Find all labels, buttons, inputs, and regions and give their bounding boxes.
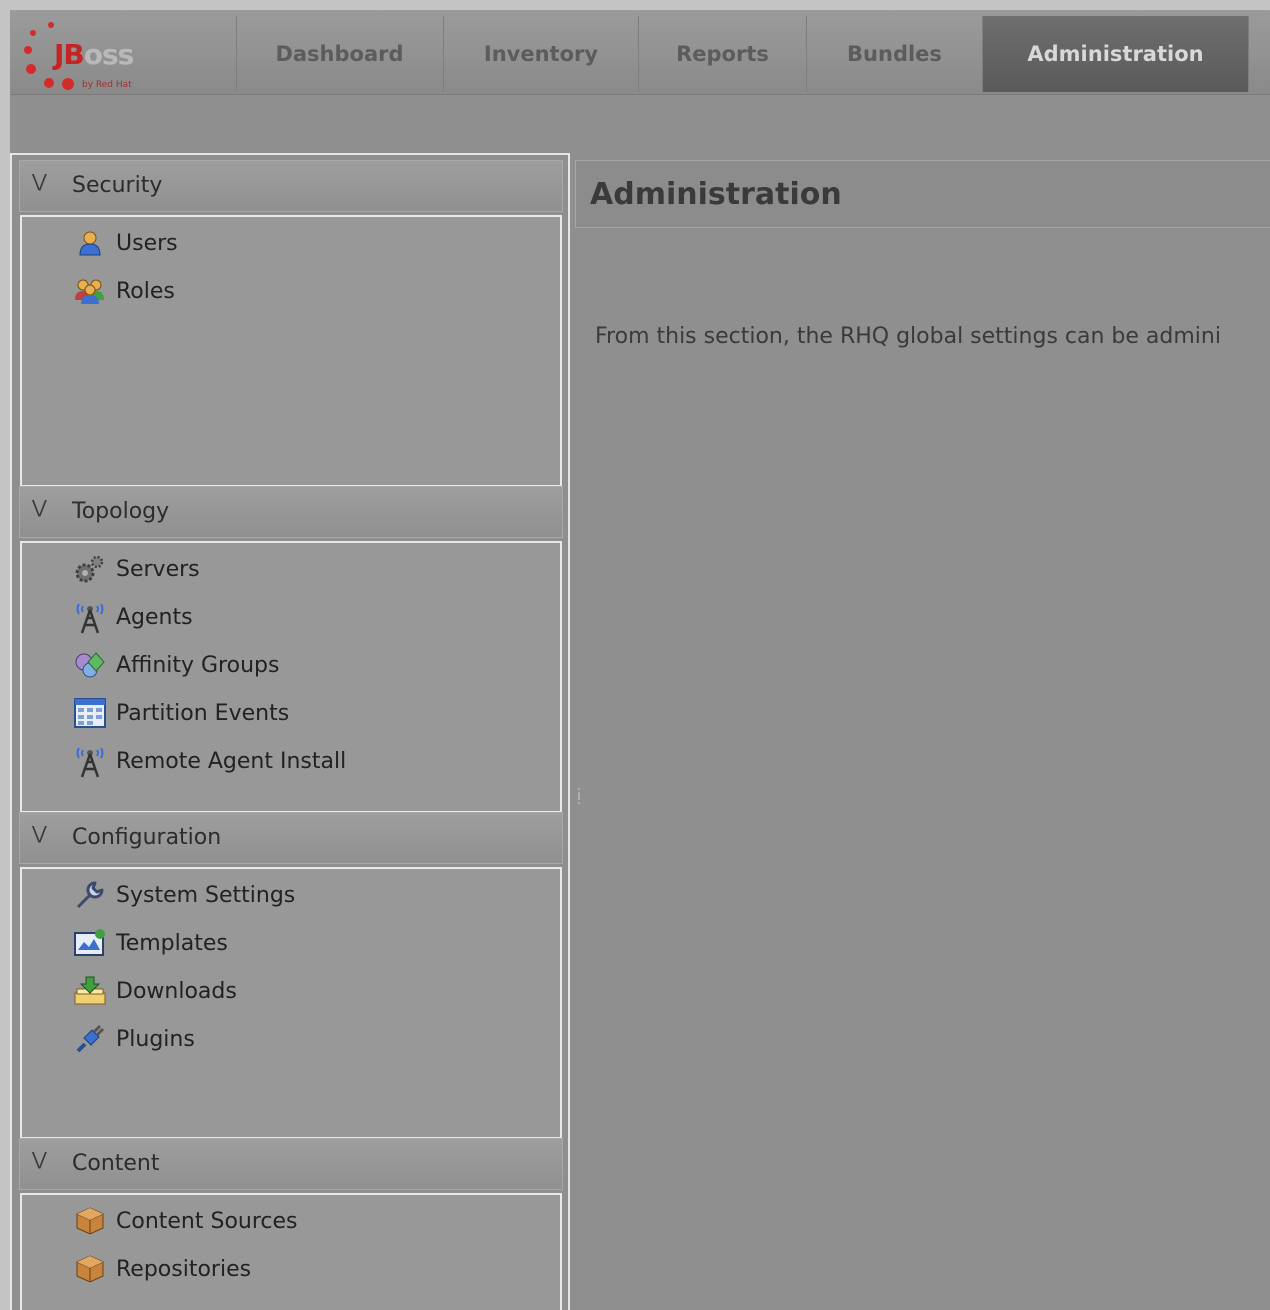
sidebar-item-roles[interactable]: Roles xyxy=(74,271,175,311)
sidebar-item-label: Templates xyxy=(116,930,228,956)
sidebar-item-label: Remote Agent Install xyxy=(116,748,347,774)
page-title: Administration xyxy=(590,177,842,212)
template-icon xyxy=(74,927,106,959)
chevron-down-icon[interactable]: ⋁ xyxy=(32,823,47,844)
top-navigation: JBoss by Red Hat Dashboard Inventory Rep… xyxy=(10,10,1270,95)
sidebar-item-label: Affinity Groups xyxy=(116,652,280,678)
sidebar-item-label: System Settings xyxy=(116,882,296,908)
antenna-icon xyxy=(74,601,106,634)
user-icon xyxy=(74,227,106,259)
nav-tabs: Dashboard Inventory Reports Bundles Admi… xyxy=(236,16,1249,92)
package-icon xyxy=(74,1205,106,1237)
content-description: From this section, the RHQ global settin… xyxy=(595,324,1221,349)
tab-bundles[interactable]: Bundles xyxy=(807,16,983,92)
section-body-configuration: System Settings Templates Downloads Plug… xyxy=(20,867,562,1139)
sidebar-item-users[interactable]: Users xyxy=(74,223,178,263)
sidebar-item-label: Plugins xyxy=(116,1026,195,1052)
gears-icon xyxy=(74,553,106,585)
sidebar-item-label: Content Sources xyxy=(116,1208,298,1234)
tab-administration[interactable]: Administration xyxy=(983,16,1249,92)
chevron-down-icon[interactable]: ⋁ xyxy=(32,497,47,518)
sidebar-item-affinity-groups[interactable]: Affinity Groups xyxy=(74,645,279,685)
chevron-down-icon[interactable]: ⋁ xyxy=(32,171,47,192)
app-frame: JBoss by Red Hat Dashboard Inventory Rep… xyxy=(10,10,1270,1310)
sidebar-item-templates[interactable]: Templates xyxy=(74,923,228,963)
toolbar-strip xyxy=(10,95,1270,153)
section-body-content: Content Sources Repositories xyxy=(20,1193,562,1310)
section-body-topology: Servers Agents Affinity Groups Partition… xyxy=(20,541,562,813)
section-title: Topology xyxy=(72,499,170,524)
section-header-configuration[interactable]: ⋁ Configuration xyxy=(19,812,563,864)
sidebar-item-label: Downloads xyxy=(116,978,237,1004)
tab-inventory[interactable]: Inventory xyxy=(444,16,639,92)
group-icon xyxy=(74,275,106,307)
sidebar-item-label: Agents xyxy=(116,604,193,630)
sidebar-item-remote-agent-install[interactable]: Remote Agent Install xyxy=(74,741,346,781)
section-title: Configuration xyxy=(72,825,222,850)
wrench-icon xyxy=(74,879,106,911)
package-icon xyxy=(74,1253,106,1285)
tab-dashboard[interactable]: Dashboard xyxy=(236,16,444,92)
logo-byline: by Red Hat xyxy=(82,80,132,90)
sidebar-item-plugins[interactable]: Plugins xyxy=(74,1019,195,1059)
panel-splitter[interactable]: ⋮ ⋮ xyxy=(573,787,585,830)
jboss-logo[interactable]: JBoss by Red Hat xyxy=(18,16,237,92)
sidebar-item-label: Servers xyxy=(116,556,200,582)
sidebar-item-content-sources[interactable]: Content Sources xyxy=(74,1201,298,1241)
download-icon xyxy=(74,975,106,1007)
logo-text: JBoss xyxy=(54,38,134,71)
section-header-security[interactable]: ⋁ Security xyxy=(19,160,563,212)
sidebar-item-label: Roles xyxy=(116,278,175,304)
sidebar-item-label: Repositories xyxy=(116,1256,252,1282)
antenna-icon xyxy=(74,745,106,778)
chevron-down-icon[interactable]: ⋁ xyxy=(32,1149,47,1170)
section-title: Security xyxy=(72,173,163,198)
content-header: Administration xyxy=(575,160,1270,228)
calendar-icon xyxy=(74,697,106,729)
section-header-topology[interactable]: ⋁ Topology xyxy=(19,486,563,538)
sidebar-item-downloads[interactable]: Downloads xyxy=(74,971,237,1011)
sidebar-item-system-settings[interactable]: System Settings xyxy=(74,875,295,915)
sidebar-item-repositories[interactable]: Repositories xyxy=(74,1249,251,1289)
sidebar-item-servers[interactable]: Servers xyxy=(74,549,200,589)
sidebar-item-partition-events[interactable]: Partition Events xyxy=(74,693,289,733)
sidebar-item-agents[interactable]: Agents xyxy=(74,597,193,637)
admin-sidebar: ⋁ Security Users Roles ⋁ Topology Server… xyxy=(10,153,570,1310)
affinity-icon xyxy=(74,649,106,681)
section-header-content[interactable]: ⋁ Content xyxy=(19,1138,563,1190)
plug-icon xyxy=(74,1023,106,1055)
sidebar-item-label: Users xyxy=(116,230,178,256)
sidebar-item-label: Partition Events xyxy=(116,700,290,726)
section-title: Content xyxy=(72,1151,160,1176)
section-body-security: Users Roles xyxy=(20,215,562,487)
tab-reports[interactable]: Reports xyxy=(639,16,807,92)
